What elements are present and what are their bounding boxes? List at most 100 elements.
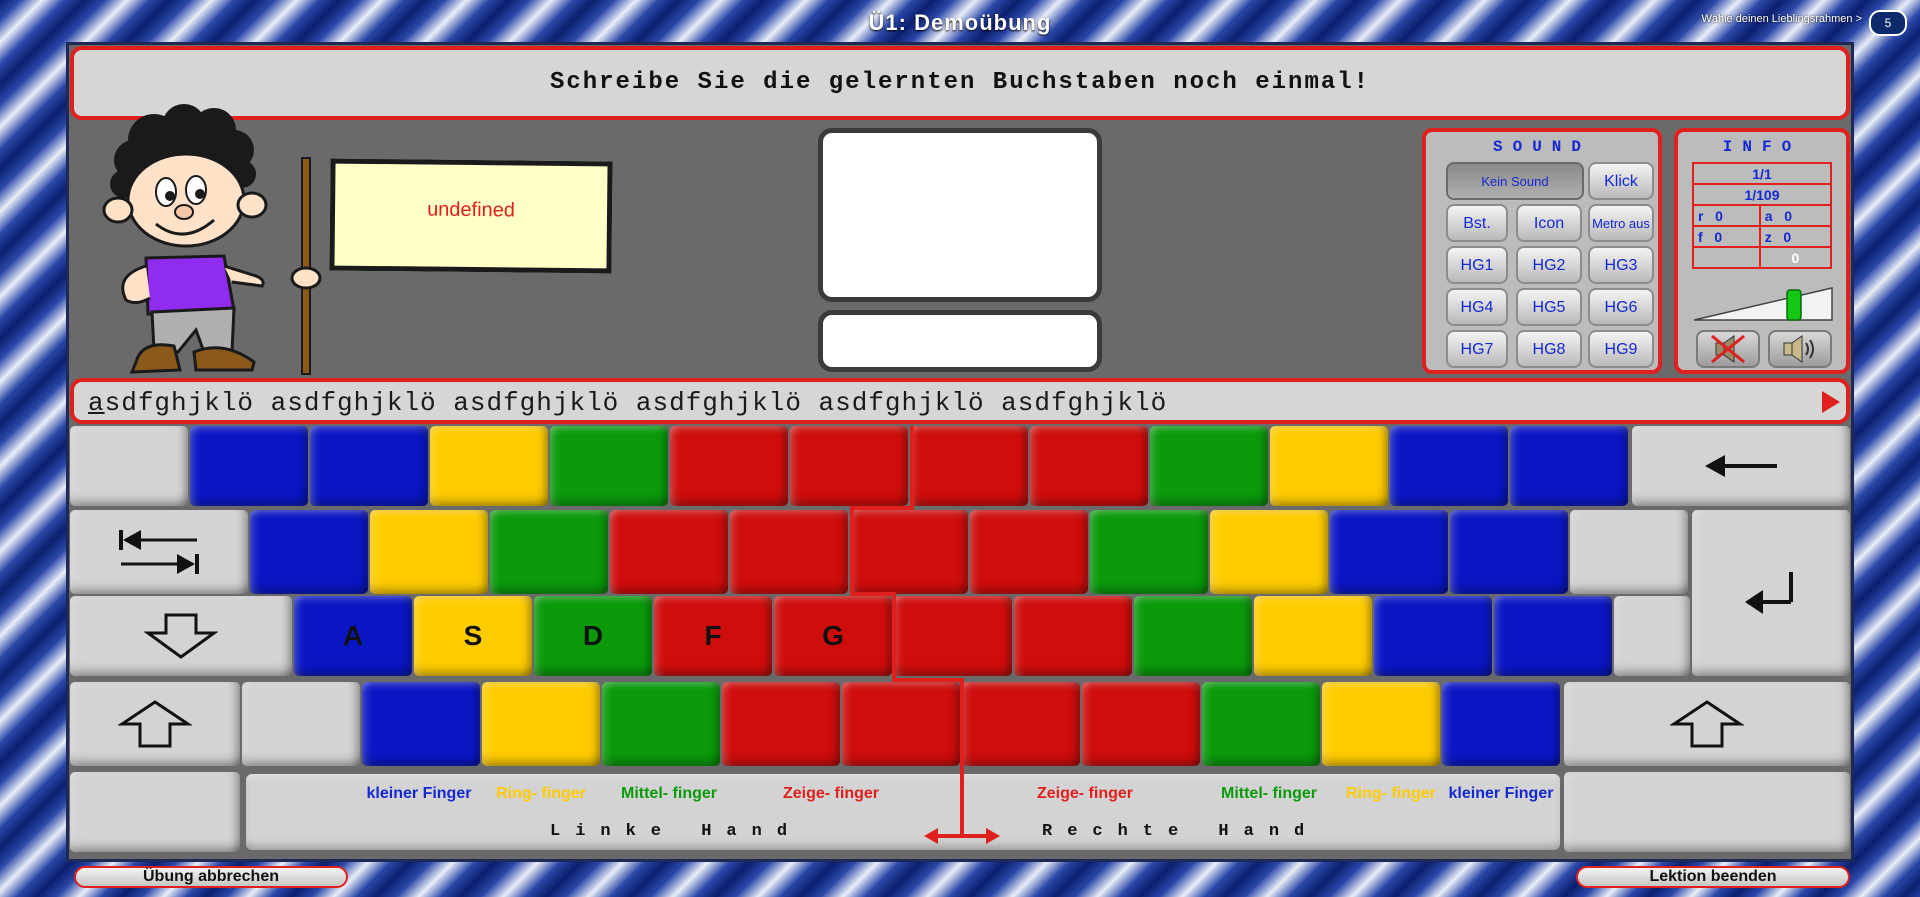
hg7-button[interactable]: HG7 [1446,330,1508,368]
practice-text: asdfghjklö asdfghjklö asdfghjklö asdfghj… [88,388,1167,418]
no-sound-button[interactable]: Kein Sound [1446,162,1584,200]
key[interactable] [1450,510,1568,594]
click-sound-button[interactable]: Klick [1588,162,1654,200]
key[interactable] [1494,596,1612,676]
key[interactable] [602,682,720,766]
right-shift-key[interactable] [1564,682,1850,766]
tab-arrows-icon [119,530,199,574]
key[interactable] [1014,596,1132,676]
key[interactable] [1210,510,1328,594]
metronome-button[interactable]: Metro aus [1588,204,1654,242]
flag-sign: undefined [329,158,613,274]
key[interactable] [1330,510,1448,594]
key[interactable] [722,682,840,766]
finger-label-left-ring: Ring- finger [496,785,586,802]
key[interactable] [1270,426,1388,506]
info-title: INFO [1722,138,1802,156]
key[interactable] [1614,596,1690,676]
caps-lock-key[interactable] [70,596,292,676]
play-icon[interactable] [1822,391,1840,413]
hg5-button[interactable]: HG5 [1516,288,1582,326]
frame-chooser-hint[interactable]: Wähle deinen Lieblingsrahmen > [1701,13,1862,25]
key[interactable] [894,596,1012,676]
speaker-icon [1783,335,1814,363]
mascot-boy-icon [102,104,322,375]
key[interactable] [1390,426,1508,506]
key[interactable] [850,510,968,594]
mute-button[interactable] [1696,330,1760,368]
key[interactable] [1202,682,1320,766]
icon-button[interactable]: Icon [1516,204,1582,242]
hg6-button[interactable]: HG6 [1588,288,1654,326]
key[interactable] [962,682,1080,766]
frame-number-badge[interactable]: 5 [1869,10,1907,36]
key-f[interactable]: F [654,596,772,676]
key-a[interactable]: A [294,596,412,676]
info-z: z 0 [1758,225,1833,248]
finger-label-right-pinky: kleiner Finger [1448,785,1554,802]
key[interactable] [970,510,1088,594]
key[interactable] [730,510,848,594]
info-f: f 0 [1692,225,1761,248]
hg9-button[interactable]: HG9 [1588,330,1654,368]
key[interactable] [242,682,360,766]
left-shift-key[interactable] [70,682,240,766]
key[interactable] [910,426,1028,506]
key-s[interactable]: S [414,596,532,676]
left-hand-label: Linke Hand [550,822,803,841]
enter-key[interactable] [1692,510,1850,676]
finish-lesson-button[interactable]: Lektion beenden [1576,866,1850,888]
backspace-key[interactable] [1632,426,1850,506]
key[interactable] [1442,682,1560,766]
key[interactable] [482,682,600,766]
key[interactable] [550,426,668,506]
key[interactable] [70,426,188,506]
key-d[interactable]: D [534,596,652,676]
key[interactable] [430,426,548,506]
info-char-progress: 1/109 [1692,183,1832,206]
shift-arrow-up-icon [1670,700,1744,748]
key[interactable] [370,510,488,594]
hg3-button[interactable]: HG3 [1588,246,1654,284]
right-hand-label: Rechte Hand [1042,822,1320,841]
hg2-button[interactable]: HG2 [1516,246,1582,284]
info-r: r 0 [1692,204,1761,227]
hg4-button[interactable]: HG4 [1446,288,1508,326]
tab-key[interactable] [70,510,248,594]
cancel-exercise-button[interactable]: Übung abbrechen [74,866,348,888]
key[interactable] [1090,510,1208,594]
key[interactable] [1510,426,1628,506]
key[interactable] [1570,510,1688,594]
key[interactable] [250,510,368,594]
key[interactable] [310,426,428,506]
key[interactable] [670,426,788,506]
key[interactable] [1564,772,1850,852]
key-g[interactable]: G [774,596,892,676]
key[interactable] [842,682,960,766]
key[interactable] [1254,596,1372,676]
key[interactable] [70,772,240,852]
hg1-button[interactable]: HG1 [1446,246,1508,284]
key[interactable] [1150,426,1268,506]
info-table: 1/1 1/109 r 0 a 0 f 0 z 0 0 [1692,162,1833,269]
letter-display-box [818,128,1102,302]
info-panel: INFO 1/1 1/109 r 0 a 0 f 0 z 0 0 [1674,128,1850,374]
hg8-button[interactable]: HG8 [1516,330,1582,368]
key[interactable] [610,510,728,594]
key[interactable] [490,510,608,594]
key[interactable] [1030,426,1148,506]
bst-button[interactable]: Bst. [1446,204,1508,242]
speaker-on-button[interactable] [1768,330,1832,368]
practice-text-line: asdfghjklö asdfghjklö asdfghjklö asdfghj… [70,378,1850,424]
key[interactable] [1082,682,1200,766]
key[interactable] [362,682,480,766]
speaker-muted-icon [1711,334,1745,364]
info-counter: 0 [1758,246,1833,269]
key[interactable] [790,426,908,506]
key[interactable] [1322,682,1440,766]
key[interactable] [1134,596,1252,676]
volume-slider[interactable] [1692,286,1838,322]
key[interactable] [190,426,308,506]
key[interactable] [1374,596,1492,676]
info-a: a 0 [1758,204,1833,227]
